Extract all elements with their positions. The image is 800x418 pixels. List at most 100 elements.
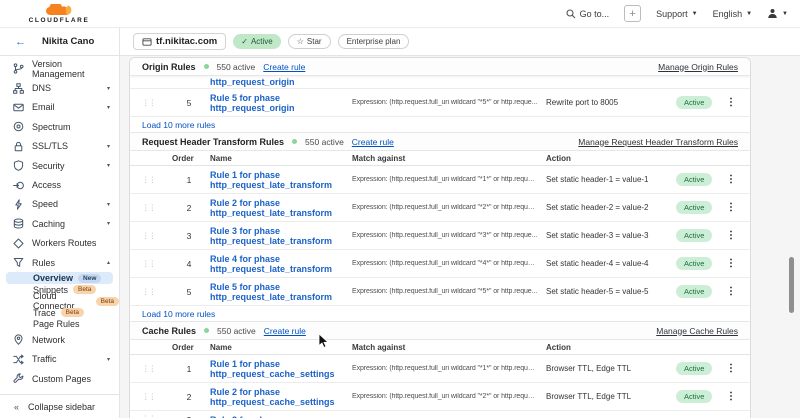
sidebar-item-workers-routes[interactable]: Workers Routes xyxy=(0,234,119,253)
table-row: ⋮⋮5Rule 5 for phasehttp_request_late_tra… xyxy=(130,278,750,306)
domain-selector[interactable]: tf.nikitac.com xyxy=(133,33,226,50)
rule-name-link[interactable]: Rule 3 for phase xyxy=(210,226,352,236)
rule-order: 5 xyxy=(168,287,210,297)
lock-icon xyxy=(13,141,24,152)
sidebar-item-traffic[interactable]: Traffic▾ xyxy=(0,350,119,369)
rule-name-link[interactable]: http_request_origin xyxy=(210,77,352,87)
cloudflare-logo-text: CLOUDFLARE xyxy=(29,17,90,24)
drag-handle[interactable]: ⋮⋮ xyxy=(142,393,168,401)
cache-rules-column-headers: OrderNameMatch againstAction xyxy=(130,340,750,355)
load-more-link[interactable]: Load 10 more rules xyxy=(142,309,215,319)
star-button[interactable]: ☆ Star xyxy=(288,34,331,49)
cloudflare-logo[interactable]: CLOUDFLARE xyxy=(28,4,90,24)
kebab-menu-icon[interactable]: ⋮ xyxy=(724,230,738,241)
website-icon xyxy=(142,37,152,47)
goto-search[interactable]: Go to... xyxy=(566,9,610,19)
sidebar-item-version-management[interactable]: Version Management xyxy=(0,59,119,78)
table-row: ⋮⋮1Rule 1 for phasehttp_request_cache_se… xyxy=(130,355,750,383)
rule-action: Set static header-4 = value-4 xyxy=(546,259,676,268)
section-title: Request Header Transform Rules xyxy=(142,137,284,147)
rule-order: 1 xyxy=(168,364,210,374)
rule-order: 5 xyxy=(168,98,210,108)
support-menu[interactable]: Support ▼ xyxy=(656,9,697,19)
manage-rules-link[interactable]: Manage Request Header Transform Rules xyxy=(578,137,738,147)
rule-action: Set static header-1 = value-1 xyxy=(546,175,676,184)
sidebar-item-dns[interactable]: DNS▾ xyxy=(0,78,119,97)
kebab-menu-icon[interactable]: ⋮ xyxy=(724,363,738,374)
kebab-menu-icon[interactable]: ⋮ xyxy=(724,97,738,108)
sidebar-item-access[interactable]: Access xyxy=(0,175,119,194)
rule-name-link[interactable]: Rule 1 for phase xyxy=(210,359,352,369)
rule-name-link[interactable]: Rule 1 for phase xyxy=(210,170,352,180)
status-badge: Active xyxy=(676,285,712,298)
collapse-sidebar-button[interactable]: «Collapse sidebar xyxy=(0,394,119,418)
drag-handle[interactable]: ⋮⋮ xyxy=(142,176,168,184)
sidebar-item-label: Caching xyxy=(32,219,65,229)
kebab-menu-icon[interactable]: ⋮ xyxy=(724,258,738,269)
chevron-up-icon: ▴ xyxy=(107,259,110,266)
rule-name-link[interactable]: http_request_origin xyxy=(210,103,352,113)
back-arrow-icon[interactable]: ← xyxy=(15,36,26,48)
manage-rules-link[interactable]: Manage Cache Rules xyxy=(656,326,738,336)
rule-name-link[interactable]: http_request_cache_settings xyxy=(210,369,352,379)
cache-rules-header: Cache Rules550 activeCreate ruleManage C… xyxy=(130,322,750,340)
load-more-link[interactable]: Load 10 more rules xyxy=(142,120,215,130)
rule-name-link[interactable]: http_request_late_transform xyxy=(210,208,352,218)
rule-order: 3 xyxy=(168,231,210,241)
cloudflare-cloud-icon xyxy=(45,4,73,16)
kebab-menu-icon[interactable]: ⋮ xyxy=(724,391,738,402)
rule-name-link[interactable]: Rule 2 for phase xyxy=(210,387,352,397)
sidebar-item-overview[interactable]: OverviewNew xyxy=(6,272,113,284)
chevron-down-icon: ▾ xyxy=(107,356,110,363)
sidebar-item-cloud-connector[interactable]: Cloud ConnectorBeta xyxy=(0,295,119,307)
kebab-menu-icon[interactable]: ⋮ xyxy=(724,286,738,297)
language-menu[interactable]: English ▼ xyxy=(713,9,752,19)
sidebar-item-network[interactable]: Network xyxy=(0,330,119,349)
create-rule-link[interactable]: Create rule xyxy=(352,137,394,147)
rule-name-link[interactable]: Rule 2 for phase xyxy=(210,198,352,208)
sidebar-item-caching[interactable]: Caching▾ xyxy=(0,214,119,233)
kebab-menu-icon[interactable]: ⋮ xyxy=(724,174,738,185)
rule-name-link[interactable]: http_request_cache_settings xyxy=(210,397,352,407)
rule-match-expression: Expression: (http.request.full_uri wildc… xyxy=(352,260,546,267)
collapse-icon: « xyxy=(14,402,19,412)
add-button[interactable]: + xyxy=(624,5,641,22)
drag-handle[interactable]: ⋮⋮ xyxy=(142,260,168,268)
sidebar-item-custom-pages[interactable]: Custom Pages xyxy=(0,369,119,388)
sidebar-item-page-rules[interactable]: Page Rules xyxy=(0,319,119,331)
column-header-name: Name xyxy=(210,343,352,352)
sidebar-item-ssl-tls[interactable]: SSL/TLS▾ xyxy=(0,137,119,156)
sidebar-item-speed[interactable]: Speed▾ xyxy=(0,195,119,214)
chevron-down-icon: ▼ xyxy=(746,11,752,17)
user-menu[interactable]: ▼ xyxy=(767,8,788,19)
sidebar-item-rules[interactable]: Rules▴ xyxy=(0,253,119,272)
rule-name: http_request_origin xyxy=(210,76,352,87)
drag-handle[interactable]: ⋮⋮ xyxy=(142,365,168,373)
kebab-menu-icon[interactable]: ⋮ xyxy=(724,202,738,213)
drag-handle[interactable]: ⋮⋮ xyxy=(142,232,168,240)
active-dot-icon xyxy=(204,64,209,69)
sidebar-item-label: Email xyxy=(32,102,55,112)
shield-icon xyxy=(13,160,24,171)
create-rule-link[interactable]: Create rule xyxy=(263,62,305,72)
sidebar-item-spectrum[interactable]: Spectrum xyxy=(0,117,119,136)
table-row: ⋮⋮1Rule 1 for phasehttp_request_late_tra… xyxy=(130,166,750,194)
rule-name-link[interactable]: http_request_late_transform xyxy=(210,236,352,246)
rule-action: Browser TTL, Edge TTL xyxy=(546,392,676,401)
rule-name-link[interactable]: Rule 4 for phase xyxy=(210,254,352,264)
vertical-scrollbar[interactable] xyxy=(789,257,794,313)
drag-handle[interactable]: ⋮⋮ xyxy=(142,204,168,212)
rule-name-link[interactable]: http_request_late_transform xyxy=(210,180,352,190)
manage-rules-link[interactable]: Manage Origin Rules xyxy=(658,62,738,72)
create-rule-link[interactable]: Create rule xyxy=(264,326,306,336)
access-icon xyxy=(13,180,24,191)
rule-name-link[interactable]: Rule 5 for phase xyxy=(210,93,352,103)
sidebar-item-security[interactable]: Security▾ xyxy=(0,156,119,175)
chevron-down-icon: ▼ xyxy=(782,11,788,17)
rule-name-link[interactable]: http_request_late_transform xyxy=(210,264,352,274)
rule-name-link[interactable]: Rule 5 for phase xyxy=(210,282,352,292)
sidebar-item-email[interactable]: Email▾ xyxy=(0,98,119,117)
rule-name-link[interactable]: http_request_late_transform xyxy=(210,292,352,302)
drag-handle[interactable]: ⋮⋮ xyxy=(142,99,168,107)
drag-handle[interactable]: ⋮⋮ xyxy=(142,288,168,296)
